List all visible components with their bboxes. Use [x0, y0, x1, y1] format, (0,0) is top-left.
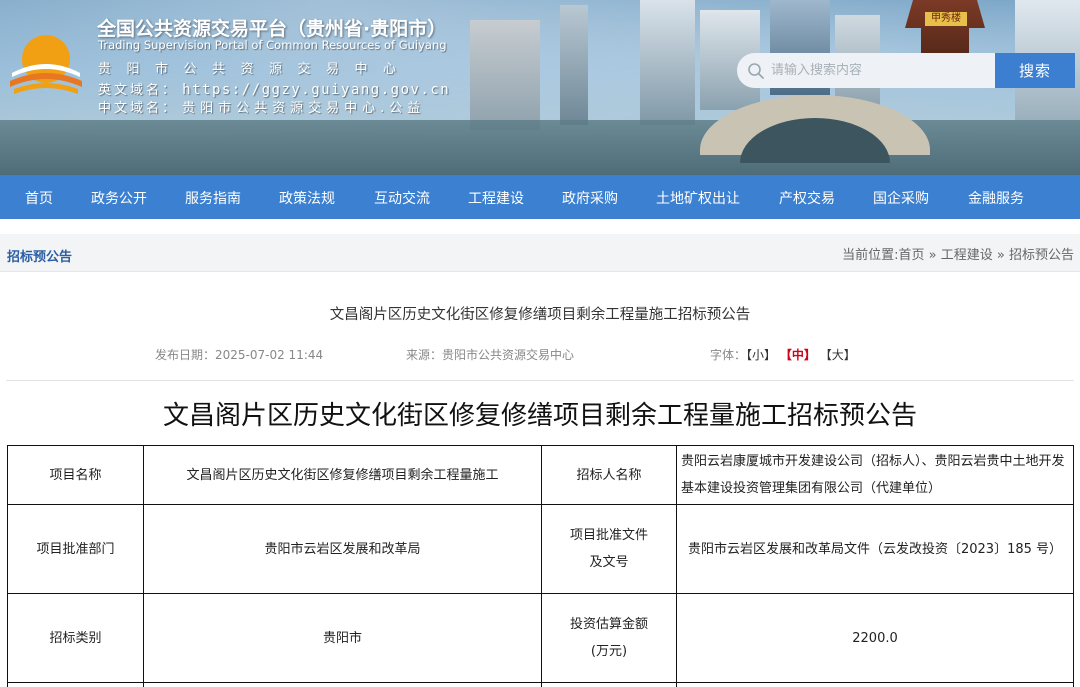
table-cell-value: 文昌阁片区历史文化街区修复修缮项目剩余工程量施工	[143, 445, 542, 505]
breadcrumb-separator: »	[928, 248, 937, 263]
table-cell-value: 贵阳市云岩区发展和改革局	[143, 504, 542, 594]
pavilion-sign: 甲秀楼	[925, 12, 967, 26]
nav-item-soe-procurement[interactable]: 国企采购	[873, 188, 929, 208]
search-box	[737, 53, 995, 88]
publish-date: 发布日期：2025-07-02 11:44	[155, 348, 324, 362]
main-nav: 首页 政务公开 服务指南 政策法规 互动交流 工程建设 政府采购 土地矿权出让 …	[0, 175, 1080, 219]
table-row: 招标类别 贵阳市 投资估算金额(万元) 2200.0	[7, 593, 1074, 683]
table-cell-label: 项目批准部门	[7, 504, 144, 594]
header-banner: 甲秀楼 全国公共资源交易平台（贵州省·贵阳市） Trading Supervis…	[0, 0, 1080, 175]
table-cell-label	[541, 682, 677, 687]
en-domain-link[interactable]: https://ggzy.guiyang.gov.cn	[182, 82, 450, 98]
table-row: 项目批准部门 贵阳市云岩区发展和改革局 项目批准文件及文号 贵阳市云岩区发展和改…	[7, 504, 1074, 594]
site-subtitle-en: Trading Supervision Portal of Common Res…	[98, 38, 447, 52]
nav-item-home[interactable]: 首页	[25, 188, 53, 208]
table-cell-value: 2200.0	[676, 593, 1074, 683]
table-cell-value: 贵阳云岩康厦城市开发建设公司（招标人）、贵阳云岩贵中土地开发基本建设投资管理集团…	[676, 445, 1074, 505]
nav-item-engineering[interactable]: 工程建设	[468, 188, 524, 208]
nav-item-property[interactable]: 产权交易	[779, 188, 835, 208]
table-row: 项目名称 文昌阁片区历史文化街区修复修缮项目剩余工程量施工 招标人名称 贵阳云岩…	[7, 445, 1074, 505]
en-domain-label: 英文域名：	[98, 83, 179, 98]
font-size-label: 字体：	[710, 348, 747, 362]
article-title: 文昌阁片区历史文化街区修复修缮项目剩余工程量施工招标预公告	[329, 307, 751, 323]
cn-domain-label: 中文域名：	[98, 101, 179, 116]
breadcrumb: 当前位置:首页 » 工程建设 » 招标预公告	[842, 244, 1074, 263]
banner-building	[640, 0, 695, 125]
article-source: 来源：贵阳市公共资源交易中心	[406, 348, 575, 362]
font-size-control: 字体：【小】 【中】 【大】	[710, 346, 856, 363]
divider	[6, 380, 1074, 381]
breadcrumb-prefix: 当前位置:	[842, 248, 899, 263]
nav-item-gov-procurement[interactable]: 政府采购	[562, 188, 618, 208]
breadcrumb-bar: 招标预公告 当前位置:首页 » 工程建设 » 招标预公告	[0, 234, 1080, 272]
breadcrumb-separator: »	[996, 248, 1005, 263]
table-cell-label: 招标类别	[7, 593, 144, 683]
nav-item-finance[interactable]: 金融服务	[968, 188, 1024, 208]
banner-building	[560, 5, 588, 125]
font-small-button[interactable]: 【小】	[746, 348, 776, 362]
site-logo-icon[interactable]	[8, 25, 84, 101]
project-info-table: 项目名称 文昌阁片区历史文化街区修复修缮项目剩余工程量施工 招标人名称 贵阳云岩…	[7, 445, 1074, 687]
banner-building	[470, 20, 540, 130]
table-cell-value	[676, 682, 1074, 687]
cn-domain-link[interactable]: 贵阳市公共资源交易中心.公益	[182, 101, 425, 116]
nav-item-land-mining[interactable]: 土地矿权出让	[656, 188, 740, 208]
table-cell-label: 项目名称	[7, 445, 144, 505]
table-row	[7, 682, 1074, 687]
nav-item-service-guide[interactable]: 服务指南	[185, 188, 241, 208]
center-name: 贵阳市公共资源交易中心	[98, 62, 412, 77]
article-heading: 文昌阁片区历史文化街区修复修缮项目剩余工程量施工招标预公告	[162, 401, 917, 431]
breadcrumb-home-link[interactable]: 首页	[898, 248, 924, 263]
nav-item-interaction[interactable]: 互动交流	[374, 188, 430, 208]
nav-item-policy[interactable]: 政策法规	[279, 188, 335, 208]
table-cell-label: 项目批准文件及文号	[541, 504, 677, 594]
font-large-button[interactable]: 【大】	[820, 348, 856, 362]
table-cell-value: 贵阳市	[143, 593, 542, 683]
site-title: 全国公共资源交易平台（贵州省·贵阳市）	[97, 18, 447, 40]
breadcrumb-current[interactable]: 招标预公告	[1009, 248, 1074, 263]
breadcrumb-engineering-link[interactable]: 工程建设	[941, 248, 993, 263]
table-cell-label: 招标人名称	[541, 445, 677, 505]
search-icon	[748, 62, 764, 79]
table-cell-label: 投资估算金额(万元)	[541, 593, 677, 683]
search-input[interactable]	[771, 63, 981, 78]
cn-domain-row: 中文域名： 贵阳市公共资源交易中心.公益	[98, 97, 425, 116]
table-cell-value: 贵阳市云岩区发展和改革局文件（云发改投资〔2023〕185 号）	[676, 504, 1074, 594]
table-cell-label	[7, 682, 144, 687]
en-domain-row: 英文域名： https://ggzy.guiyang.gov.cn	[98, 79, 450, 98]
nav-item-gov-affairs[interactable]: 政务公开	[91, 188, 147, 208]
search-button[interactable]: 搜索	[995, 53, 1075, 88]
section-title: 招标预公告	[7, 250, 73, 265]
font-medium-button[interactable]: 【中】	[780, 348, 816, 362]
table-cell-value	[143, 682, 542, 687]
